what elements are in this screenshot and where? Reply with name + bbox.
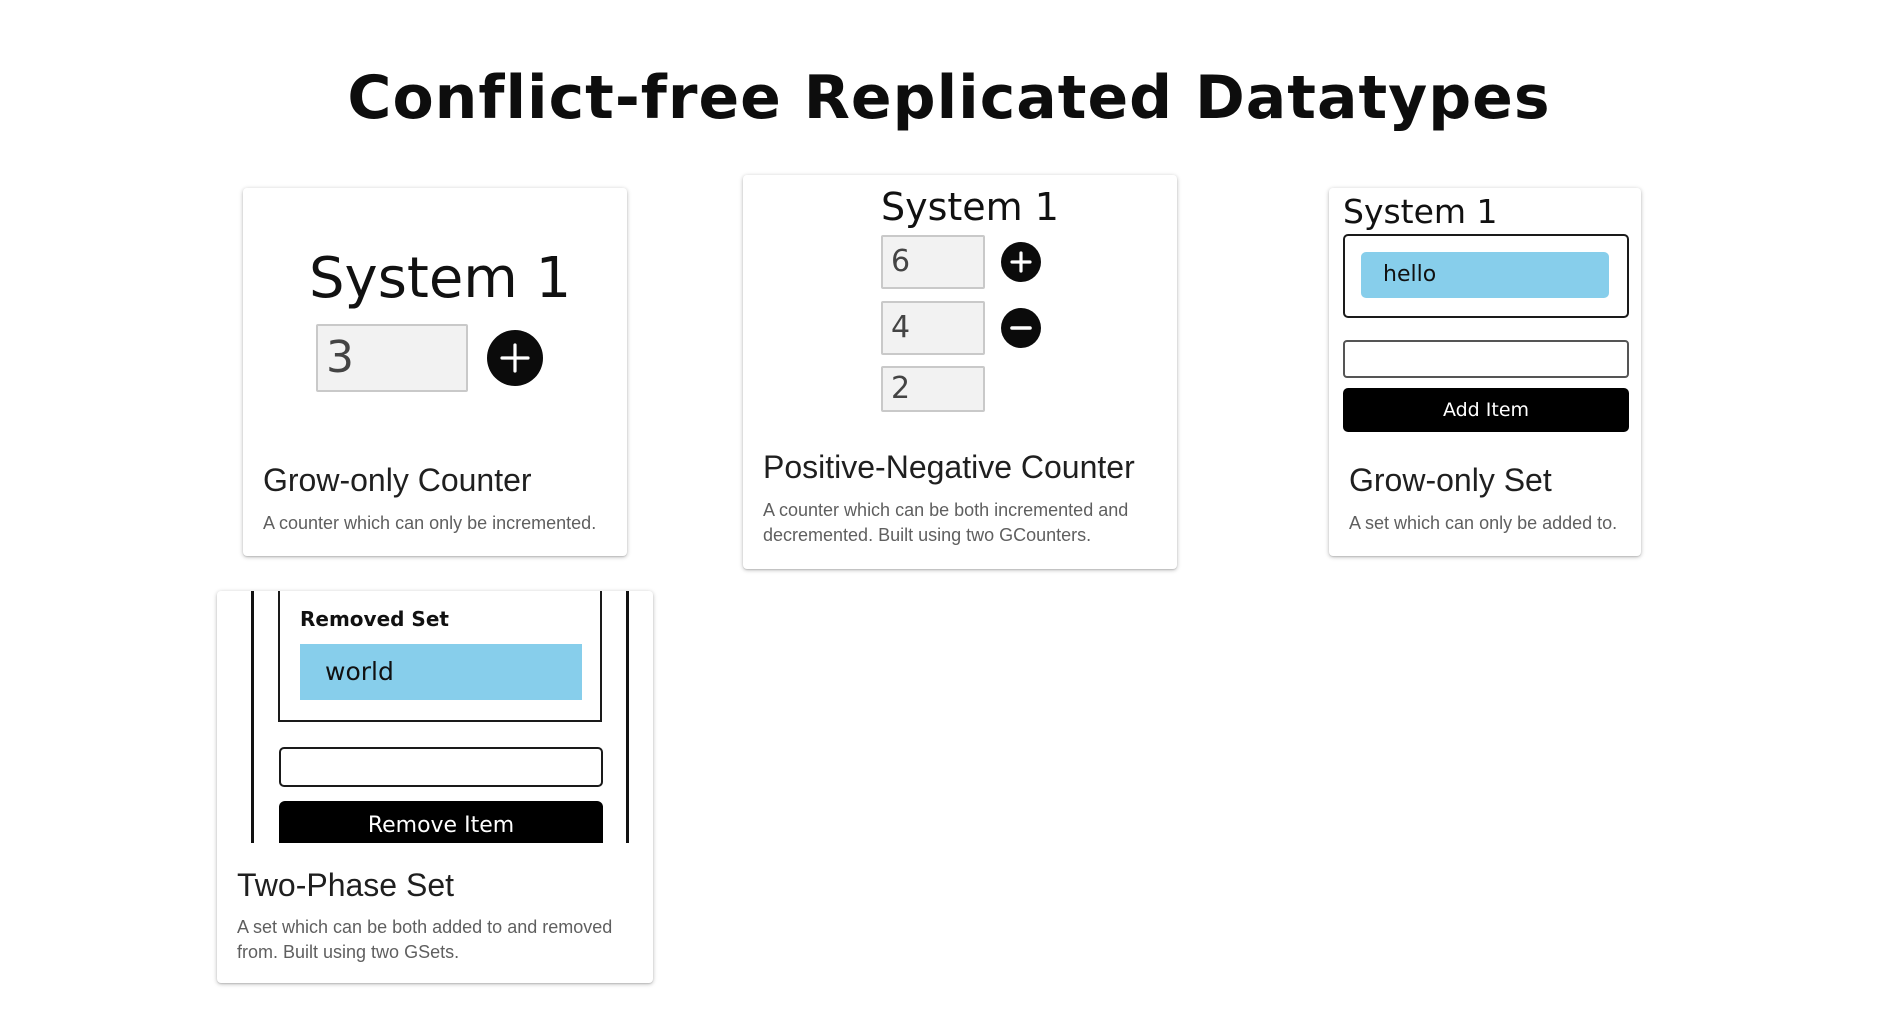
- remove-item-button[interactable]: Remove Item: [279, 801, 603, 843]
- plus-icon: [500, 343, 530, 373]
- counter-value-field[interactable]: 3: [316, 324, 468, 392]
- pncounter-preview: System 1 6 4 2: [743, 175, 1177, 435]
- removed-item-chip: world: [300, 644, 582, 700]
- gset-card[interactable]: System 1 hello Add Item Grow-only Set A …: [1329, 188, 1641, 556]
- card-description: A counter which can only be incremented.: [263, 513, 597, 533]
- container-right-border: [626, 591, 629, 843]
- decrement-button[interactable]: [1001, 308, 1041, 348]
- positive-counter-field[interactable]: 6: [881, 235, 985, 289]
- card-description: A set which can be both added to and rem…: [237, 917, 613, 962]
- card-description: A counter which can be both incremented …: [763, 500, 1129, 545]
- remove-item-input[interactable]: [279, 747, 603, 787]
- card-title: Grow-only Set: [1349, 462, 1552, 498]
- negative-counter-field[interactable]: 4: [881, 301, 985, 355]
- card-title: Two-Phase Set: [237, 867, 454, 903]
- total-counter-field: 2: [881, 366, 985, 412]
- container-left-border: [251, 591, 254, 843]
- removed-set-label: Removed Set: [300, 607, 449, 631]
- add-item-input[interactable]: [1343, 340, 1629, 378]
- pncounter-card[interactable]: System 1 6 4 2 Positive-Negative Counter…: [743, 175, 1177, 569]
- gcounter-preview: System 1 3: [243, 188, 627, 428]
- system-label: System 1: [309, 246, 572, 311]
- minus-icon: [1010, 326, 1032, 330]
- card-title: Positive-Negative Counter: [763, 449, 1135, 485]
- increment-button[interactable]: [487, 330, 543, 386]
- system-label: System 1: [1343, 192, 1498, 231]
- removed-set-box: Removed Set world: [278, 591, 602, 722]
- system-label: System 1: [881, 185, 1059, 229]
- add-item-button[interactable]: Add Item: [1343, 388, 1629, 432]
- twophaseset-card[interactable]: Removed Set world Remove Item Two-Phase …: [217, 591, 653, 983]
- plus-icon: [1010, 251, 1032, 273]
- card-description: A set which can only be added to.: [1349, 513, 1618, 533]
- gcounter-card[interactable]: System 1 3 Grow-only Counter A counter w…: [243, 188, 627, 556]
- page-title: Conflict-free Replicated Datatypes: [347, 63, 1551, 133]
- twophaseset-preview: Removed Set world Remove Item: [217, 591, 653, 843]
- increment-button[interactable]: [1001, 242, 1041, 282]
- set-item-chip: hello: [1361, 252, 1609, 298]
- gset-preview: System 1 hello Add Item: [1329, 188, 1641, 438]
- card-title: Grow-only Counter: [263, 462, 532, 498]
- set-items-box: hello: [1343, 234, 1629, 318]
